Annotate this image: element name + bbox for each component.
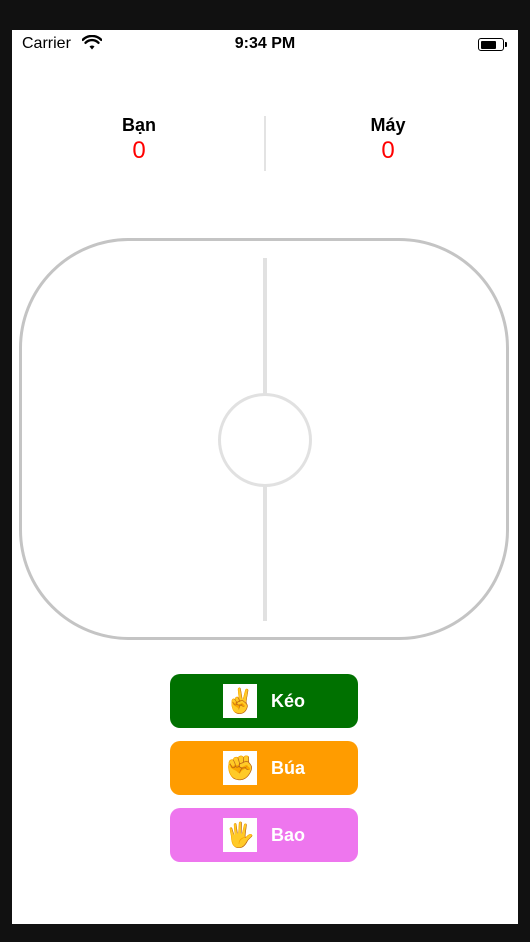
app-screen: Carrier 9:34 PM Bạn 0 Máy 0 ✌️ Kéo ✊ Búa… <box>12 30 518 924</box>
scissors-button[interactable]: ✌️ Kéo <box>170 674 358 728</box>
rock-button[interactable]: ✊ Búa <box>170 741 358 795</box>
score-divider <box>264 116 266 171</box>
player-label: Bạn <box>121 115 156 135</box>
arena-center-line-bottom <box>263 486 267 621</box>
paper-hand-icon: 🖐️ <box>222 818 257 852</box>
paper-button-label: Bao <box>270 824 305 845</box>
computer-score-panel: Máy 0 <box>288 115 488 165</box>
status-bar: Carrier 9:34 PM <box>12 30 518 58</box>
rock-fist-icon: ✊ <box>222 751 257 785</box>
player-score: 0 <box>132 137 146 164</box>
arena-center-line-top <box>263 258 267 394</box>
status-time: 9:34 PM <box>234 35 296 52</box>
computer-score: 0 <box>381 137 395 164</box>
scissors-hand-icon: ✌️ <box>222 684 257 718</box>
paper-button[interactable]: 🖐️ Bao <box>170 808 358 862</box>
computer-label: Máy <box>370 115 406 135</box>
rock-button-label: Búa <box>270 757 305 778</box>
player-score-panel: Bạn 0 <box>39 115 239 165</box>
arena-center-circle <box>218 393 312 487</box>
scissors-button-label: Kéo <box>270 690 305 711</box>
battery-icon <box>478 38 507 51</box>
